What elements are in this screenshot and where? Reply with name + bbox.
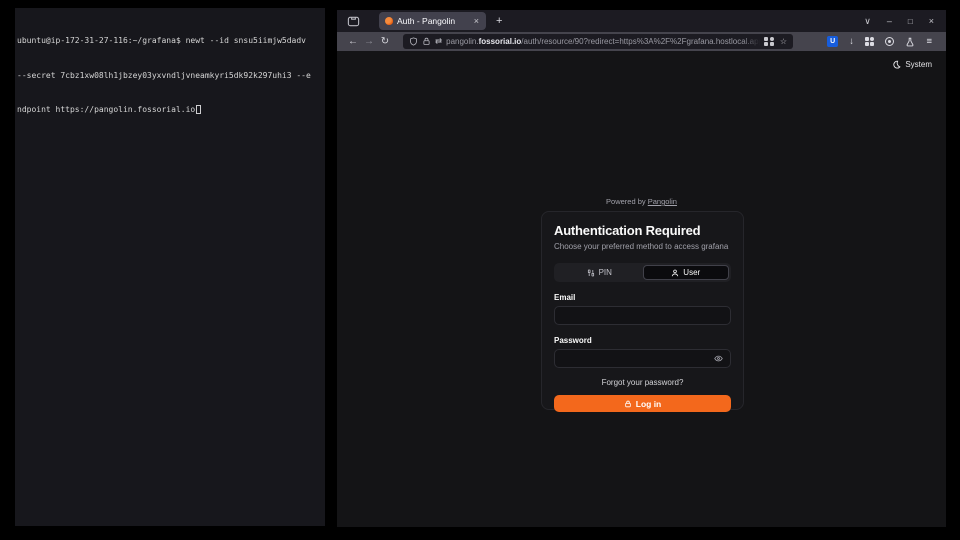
bookmark-star-icon[interactable]: ☆ (780, 37, 787, 46)
screen: ubuntu@ip-172-31-27-116:~/grafana$ newt … (0, 0, 960, 540)
browser-toolbar: ← → ↻ ⇄ pangolin.fossorial.io/auth/resou… (337, 32, 946, 51)
lock-icon[interactable] (422, 37, 431, 46)
eye-toggle-icon[interactable] (714, 354, 723, 363)
new-tab-button[interactable]: + (496, 15, 502, 27)
list-tabs-icon[interactable]: ∨ (864, 16, 871, 27)
tab-user[interactable]: User (643, 265, 730, 280)
browser-window: Auth - Pangolin × + ∨ – □ × ← → ↻ (337, 10, 946, 527)
terminal-line: ndpoint https://pangolin.fossorial.io (17, 104, 323, 116)
password-label: Password (554, 336, 731, 345)
window-minimize-button[interactable]: – (887, 16, 892, 26)
terminal-line: --secret 7cbz1xw08lh1jbzey03yxvndljvneam… (17, 70, 323, 82)
downloads-icon[interactable]: ↓ (849, 36, 854, 47)
binary-pin-icon (587, 269, 595, 277)
tracking-shield-icon[interactable] (409, 37, 418, 46)
browser-tab-active[interactable]: Auth - Pangolin × (379, 12, 486, 30)
back-button[interactable]: ← (345, 36, 361, 47)
window-maximize-button[interactable]: □ (908, 17, 913, 26)
login-button[interactable]: Log in (554, 395, 731, 412)
page-content: System Powered by Pangolin Authenticatio… (337, 51, 946, 527)
terminal-cursor (196, 105, 201, 114)
theme-toggle[interactable]: System (892, 60, 932, 69)
extensions-icon[interactable] (865, 37, 875, 47)
forgot-password-link[interactable]: Forgot your password? (554, 378, 731, 387)
powered-by: Powered by Pangolin (337, 197, 946, 206)
card-subtitle: Choose your preferred method to access g… (554, 242, 731, 251)
pangolin-favicon (385, 17, 393, 25)
sun-moon-icon (892, 60, 901, 69)
password-field[interactable] (554, 349, 731, 368)
url-bar[interactable]: ⇄ pangolin.fossorial.io/auth/resource/90… (403, 34, 793, 49)
window-close-button[interactable]: × (929, 16, 934, 26)
url-text[interactable]: pangolin.fossorial.io/auth/resource/90?r… (446, 37, 760, 46)
terminal-window[interactable]: ubuntu@ip-172-31-27-116:~/grafana$ newt … (15, 8, 325, 526)
theme-label: System (905, 60, 932, 69)
tab-close-icon[interactable]: × (473, 16, 480, 26)
terminal-line: ubuntu@ip-172-31-27-116:~/grafana$ newt … (17, 35, 323, 47)
user-icon (671, 269, 679, 277)
pangolin-link[interactable]: Pangolin (648, 197, 677, 206)
auth-method-tabs: PIN User (554, 263, 731, 282)
reader-containers-icon[interactable] (764, 37, 774, 47)
card-title: Authentication Required (554, 223, 731, 238)
browser-tab-bar: Auth - Pangolin × + ∨ – □ × (337, 10, 946, 32)
tab-title: Auth - Pangolin (397, 16, 469, 26)
tab-pin[interactable]: PIN (556, 265, 643, 280)
login-lock-icon (624, 400, 632, 408)
blue-extension-icon[interactable]: U (827, 36, 838, 47)
forward-button[interactable]: → (361, 36, 377, 47)
menu-hamburger-icon[interactable]: ≡ (926, 36, 932, 47)
firefox-view-icon[interactable] (347, 15, 360, 28)
email-label: Email (554, 293, 731, 302)
reload-button[interactable]: ↻ (377, 36, 393, 47)
email-field[interactable] (554, 306, 731, 325)
flask-icon[interactable] (905, 37, 915, 47)
permissions-icon[interactable]: ⇄ (435, 36, 442, 47)
account-circle-icon[interactable] (885, 37, 894, 46)
auth-card: Authentication Required Choose your pref… (541, 211, 744, 410)
